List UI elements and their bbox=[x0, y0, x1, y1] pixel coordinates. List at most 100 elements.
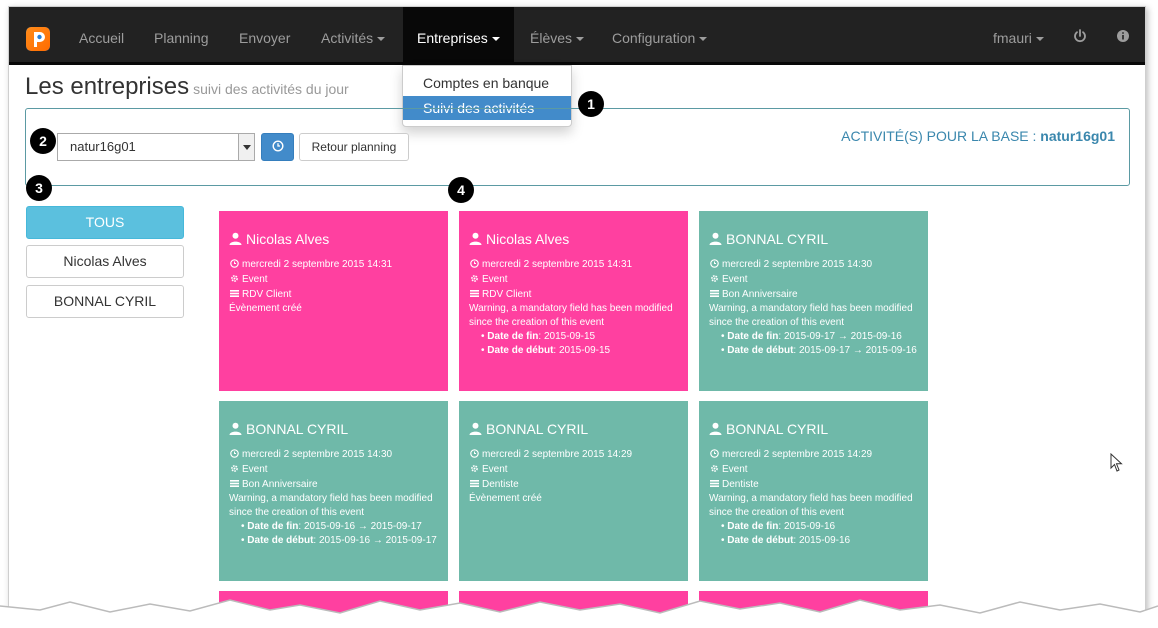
chevron-down-icon[interactable] bbox=[238, 134, 254, 160]
nav-accueil[interactable]: Accueil bbox=[65, 7, 138, 62]
card-label-text: Dentiste bbox=[482, 479, 519, 490]
info-icon[interactable] bbox=[1115, 29, 1131, 45]
card-change-value: : 2015-09-17 → 2015-09-16 bbox=[793, 345, 917, 356]
card-label-text: RDV Client bbox=[242, 289, 292, 300]
card-type: Event bbox=[709, 462, 918, 477]
card-change-value: : 2015-09-15 bbox=[538, 331, 596, 342]
card-date: mercredi 2 septembre 2015 14:30 bbox=[709, 257, 918, 272]
card-name-text: BONNAL CYRIL bbox=[726, 421, 829, 437]
base-label-value: natur16g01 bbox=[1040, 128, 1115, 144]
clock-icon bbox=[709, 257, 719, 271]
filter-tous[interactable]: TOUS bbox=[26, 206, 184, 239]
card-user-name: BONNAL CYRIL bbox=[709, 421, 918, 437]
card-type: Event bbox=[469, 272, 678, 287]
chevron-down-icon bbox=[377, 37, 386, 42]
activity-card[interactable]: Nicolas Alves mercredi 2 septembre 2015 1… bbox=[219, 211, 448, 391]
card-user-name: BONNAL CYRIL bbox=[229, 421, 438, 437]
card-change-value: : 2015-09-16 → 2015-09-17 bbox=[313, 535, 437, 546]
card-date-text: mercredi 2 septembre 2015 14:31 bbox=[242, 259, 393, 270]
card-change-key: Date de début bbox=[247, 535, 314, 546]
card-change: • Date de début: 2015-09-16 bbox=[721, 535, 851, 546]
card-message: Évènement créé bbox=[229, 303, 302, 314]
gear-icon bbox=[709, 462, 719, 476]
nav-user-menu[interactable]: fmauri bbox=[979, 7, 1058, 62]
card-name-text: BONNAL CYRIL bbox=[726, 231, 829, 247]
filter-bonnal-cyril[interactable]: BONNAL CYRIL bbox=[26, 285, 184, 318]
chevron-down-icon bbox=[576, 37, 585, 42]
card-type-text: Event bbox=[722, 274, 748, 285]
card-user-name: Nicolas Alves bbox=[469, 231, 678, 247]
annotation-badge-1: 1 bbox=[578, 91, 604, 117]
card-type: Event bbox=[229, 272, 438, 287]
top-navbar: Accueil Planning Envoyer Activités Entre… bbox=[9, 7, 1145, 65]
user-icon bbox=[229, 422, 242, 435]
activity-card[interactable]: BONNAL CYRIL mercredi 2 septembre 2015 14… bbox=[699, 401, 928, 581]
gear-icon bbox=[469, 462, 479, 476]
card-date: mercredi 2 septembre 2015 14:29 bbox=[469, 447, 678, 462]
card-date: mercredi 2 septembre 2015 14:31 bbox=[229, 257, 438, 272]
card-label: RDV Client bbox=[469, 287, 678, 302]
card-label: Dentiste bbox=[709, 477, 918, 492]
card-change-key: Date de fin bbox=[487, 331, 539, 342]
filter-nicolas-alves[interactable]: Nicolas Alves bbox=[26, 245, 184, 278]
chevron-down-icon bbox=[491, 37, 500, 42]
card-change-key: Date de début bbox=[727, 535, 794, 546]
card-date-text: mercredi 2 septembre 2015 14:30 bbox=[722, 259, 873, 270]
card-warning: Warning, a mandatory field has been modi… bbox=[469, 303, 673, 328]
card-type: Event bbox=[709, 272, 918, 287]
nav-activites[interactable]: Activités bbox=[307, 7, 399, 62]
menu-item-comptes-en-banque[interactable]: Comptes en banque bbox=[403, 71, 571, 95]
card-name-text: BONNAL CYRIL bbox=[246, 421, 349, 437]
card-change-value: : 2015-09-15 bbox=[553, 345, 611, 356]
user-icon bbox=[709, 422, 722, 435]
card-label-text: Dentiste bbox=[722, 479, 759, 490]
card-label: RDV Client bbox=[229, 287, 438, 302]
card-change-value: : 2015-09-17 → 2015-09-16 bbox=[778, 331, 902, 342]
list-icon bbox=[229, 477, 239, 491]
card-change-key: Date de début bbox=[727, 345, 794, 356]
refresh-clock-button[interactable] bbox=[261, 133, 294, 161]
card-name-text: Nicolas Alves bbox=[246, 231, 330, 247]
nav-envoyer[interactable]: Envoyer bbox=[225, 7, 304, 62]
card-type-text: Event bbox=[722, 464, 748, 475]
nav-entreprises[interactable]: Entreprises bbox=[403, 7, 514, 62]
base-select[interactable]: natur16g01 bbox=[57, 133, 255, 161]
card-type-text: Event bbox=[242, 274, 268, 285]
nav-eleves[interactable]: Élèves bbox=[516, 7, 598, 62]
gear-icon bbox=[469, 272, 479, 286]
card-type-text: Event bbox=[482, 464, 508, 475]
user-name: fmauri bbox=[993, 30, 1032, 46]
list-icon bbox=[709, 477, 719, 491]
card-user-name: BONNAL CYRIL bbox=[469, 421, 678, 437]
card-date: mercredi 2 septembre 2015 14:29 bbox=[709, 447, 918, 462]
logo-icon[interactable] bbox=[26, 27, 50, 51]
card-label-text: Bon Anniversaire bbox=[722, 289, 798, 300]
nav-accueil-label: Accueil bbox=[79, 30, 125, 46]
nav-activites-label: Activités bbox=[321, 30, 374, 46]
card-user-name: BONNAL CYRIL bbox=[709, 231, 918, 247]
nav-configuration[interactable]: Configuration bbox=[598, 7, 721, 62]
power-icon[interactable] bbox=[1072, 29, 1088, 45]
activity-card[interactable]: BONNAL CYRIL mercredi 2 septembre 2015 14… bbox=[699, 211, 928, 391]
chevron-down-icon bbox=[699, 37, 708, 42]
annotation-badge-2: 2 bbox=[30, 128, 56, 154]
annotation-badge-4: 4 bbox=[448, 177, 474, 203]
retour-planning-button[interactable]: Retour planning bbox=[299, 133, 409, 161]
card-type-text: Event bbox=[482, 274, 508, 285]
nav-eleves-label: Élèves bbox=[530, 30, 573, 46]
nav-planning[interactable]: Planning bbox=[140, 7, 223, 62]
card-date: mercredi 2 septembre 2015 14:30 bbox=[229, 447, 438, 462]
list-icon bbox=[469, 287, 479, 301]
card-warning: Warning, a mandatory field has been modi… bbox=[709, 493, 913, 518]
activity-card[interactable]: Nicolas Alves mercredi 2 septembre 2015 1… bbox=[459, 211, 688, 391]
card-change-key: Date de fin bbox=[727, 521, 779, 532]
card-name-text: Nicolas Alves bbox=[486, 231, 570, 247]
card-change: • Date de fin: 2015-09-16 bbox=[721, 521, 836, 532]
user-icon bbox=[229, 232, 242, 245]
card-change: • Date de début: 2015-09-15 bbox=[481, 345, 611, 356]
list-icon bbox=[469, 477, 479, 491]
activity-card[interactable]: BONNAL CYRIL mercredi 2 septembre 2015 14… bbox=[219, 401, 448, 581]
activity-card[interactable]: BONNAL CYRIL mercredi 2 septembre 2015 14… bbox=[459, 401, 688, 581]
clock-icon bbox=[229, 257, 239, 271]
clock-icon bbox=[469, 257, 479, 271]
